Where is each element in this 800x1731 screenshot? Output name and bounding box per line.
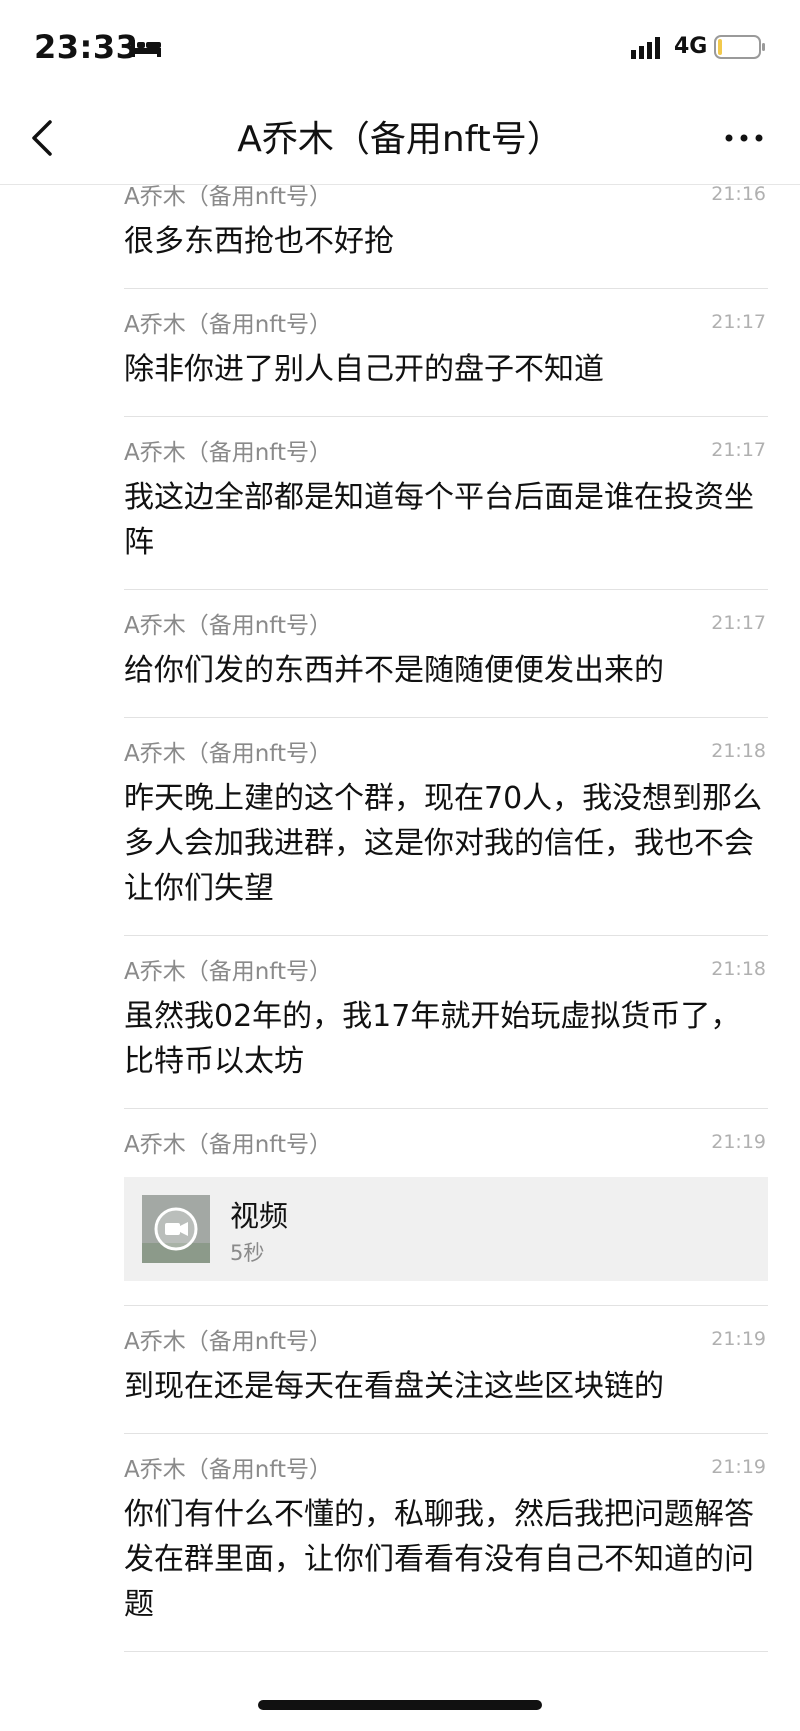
signal-icon: [631, 37, 660, 59]
nav-bar: A乔木（备用nft号）: [0, 92, 800, 185]
message-time: 21:17: [711, 311, 766, 333]
status-bar: 23:33 4G: [0, 0, 800, 92]
message-item[interactable]: A乔木（备用nft号） 21:17 给你们发的东西并不是随随便便发出来的: [124, 590, 768, 718]
message-time: 21:19: [711, 1456, 766, 1478]
message-time: 21:17: [711, 612, 766, 634]
message-sender: A乔木（备用nft号）: [124, 1329, 333, 1355]
message-item[interactable]: A乔木（备用nft号） 21:19 你们有什么不懂的，私聊我，然后我把问题解答发…: [124, 1434, 768, 1652]
message-item[interactable]: A乔木（备用nft号） 21:19 视频 5秒: [124, 1109, 768, 1306]
message-text: 给你们发的东西并不是随随便便发出来的: [124, 653, 664, 688]
chat-title: A乔木（备用nft号）: [237, 119, 563, 160]
network-label: 4G: [674, 34, 708, 59]
message-time: 21:19: [711, 1131, 766, 1153]
video-title: 视频: [230, 1199, 289, 1233]
message-item[interactable]: A乔木（备用nft号） 21:18 虽然我02年的，我17年就开始玩虚拟货币了，…: [124, 936, 768, 1109]
video-thumbnail: [142, 1195, 210, 1263]
message-item[interactable]: A乔木（备用nft号） 21:17 除非你进了别人自己开的盘子不知道: [124, 289, 768, 417]
message-sender: A乔木（备用nft号）: [124, 312, 333, 338]
message-list[interactable]: A乔木（备用nft号） 21:16 很多东西抢也不好抢 A乔木（备用nft号） …: [0, 185, 800, 1705]
message-sender: A乔木（备用nft号）: [124, 741, 333, 767]
message-item[interactable]: A乔木（备用nft号） 21:18 昨天晚上建的这个群，现在70人，我没想到那么…: [124, 718, 768, 936]
status-time: 23:33: [34, 28, 139, 66]
message-text: 很多东西抢也不好抢: [124, 224, 394, 259]
battery-icon: [714, 35, 765, 59]
message-text: 你们有什么不懂的，私聊我，然后我把问题解答发在群里面，让你们看看有没有自己不知道…: [124, 1497, 754, 1622]
video-card[interactable]: 视频 5秒: [124, 1177, 768, 1281]
more-icon[interactable]: [724, 128, 764, 148]
message-sender: A乔木（备用nft号）: [124, 613, 333, 639]
message-sender: A乔木（备用nft号）: [124, 1457, 333, 1483]
message-text: 虽然我02年的，我17年就开始玩虚拟货币了，比特币以太坊: [124, 999, 741, 1079]
message-time: 21:19: [711, 1328, 766, 1350]
home-indicator[interactable]: [258, 1700, 542, 1710]
message-time: 21:16: [711, 185, 766, 205]
message-item[interactable]: A乔木（备用nft号） 21:19 到现在还是每天在看盘关注这些区块链的: [124, 1306, 768, 1434]
message-text: 我这边全部都是知道每个平台后面是谁在投资坐阵: [124, 480, 754, 560]
message-item[interactable]: A乔木（备用nft号） 21:17 我这边全部都是知道每个平台后面是谁在投资坐阵: [124, 417, 768, 590]
message-sender: A乔木（备用nft号）: [124, 440, 333, 466]
message-sender: A乔木（备用nft号）: [124, 1132, 333, 1158]
video-duration: 5秒: [230, 1241, 265, 1265]
message-sender: A乔木（备用nft号）: [124, 959, 333, 985]
message-item[interactable]: A乔木（备用nft号） 21:16 很多东西抢也不好抢: [124, 185, 768, 289]
message-text: 除非你进了别人自己开的盘子不知道: [124, 352, 604, 387]
message-time: 21:18: [711, 740, 766, 762]
message-sender: A乔木（备用nft号）: [124, 185, 333, 210]
message-text: 昨天晚上建的这个群，现在70人，我没想到那么多人会加我进群，这是你对我的信任，我…: [124, 781, 763, 906]
chevron-left-icon[interactable]: [28, 116, 56, 160]
message-time: 21:17: [711, 439, 766, 461]
bed-icon: [131, 40, 161, 57]
message-text: 到现在还是每天在看盘关注这些区块链的: [124, 1369, 664, 1404]
video-camera-icon: [165, 1222, 188, 1236]
message-time: 21:18: [711, 958, 766, 980]
